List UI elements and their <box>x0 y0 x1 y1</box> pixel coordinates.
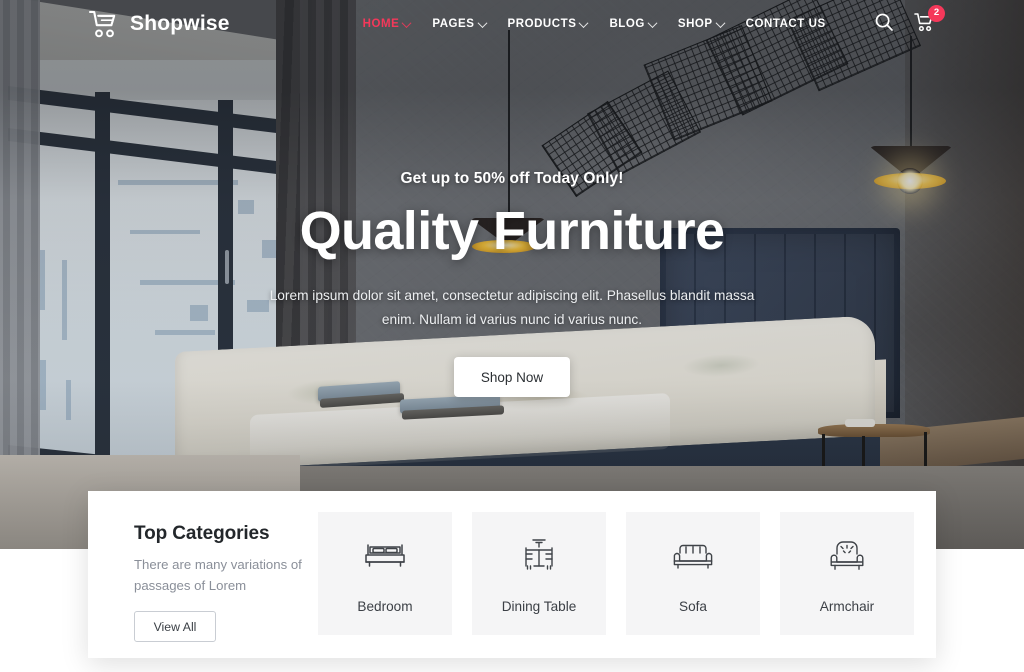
category-tile-dining-table[interactable]: Dining Table <box>472 512 606 635</box>
nav-item-products[interactable]: PRODUCTS <box>507 17 589 30</box>
nav-label: HOME <box>362 18 400 30</box>
cart-button[interactable]: 2 <box>914 4 945 37</box>
category-label: Armchair <box>819 599 875 614</box>
nav-label: PAGES <box>432 18 475 30</box>
brand-name: Shopwise <box>130 12 230 35</box>
chevron-down-icon <box>715 17 726 28</box>
page-root: Shopwise HOME PAGES PRODUCTS BLOG SHOP C… <box>0 0 1024 672</box>
chevron-down-icon <box>578 17 589 28</box>
main-navigation: HOME PAGES PRODUCTS BLOG SHOP CONTACT US <box>362 17 826 30</box>
category-label: Bedroom <box>357 599 413 614</box>
category-tile-armchair[interactable]: Armchair <box>780 512 914 635</box>
bed-icon <box>364 533 406 579</box>
header-actions: 2 <box>874 4 945 37</box>
nav-item-pages[interactable]: PAGES <box>432 17 487 30</box>
top-categories-card: Top Categories There are many variations… <box>88 491 936 658</box>
categories-subtitle: There are many variations of passages of… <box>134 557 302 594</box>
nav-label: SHOP <box>677 18 713 30</box>
dining-table-icon <box>519 533 559 579</box>
category-tile-sofa[interactable]: Sofa <box>626 512 760 635</box>
nav-item-home[interactable]: HOME <box>362 17 412 30</box>
view-all-button[interactable]: View All <box>134 611 216 643</box>
shop-now-button[interactable]: Shop Now <box>454 357 570 398</box>
nav-item-contact-us[interactable]: CONTACT US <box>746 18 826 30</box>
nav-label: BLOG <box>609 18 645 30</box>
chevron-down-icon <box>401 17 412 28</box>
cart-count-badge: 2 <box>928 4 945 22</box>
nav-label: PRODUCTS <box>507 18 577 30</box>
brand-logo[interactable]: Shopwise <box>88 9 230 39</box>
site-header: Shopwise HOME PAGES PRODUCTS BLOG SHOP C… <box>0 0 1024 48</box>
categories-intro: Top Categories There are many variations… <box>112 513 308 643</box>
shopping-cart-icon <box>88 9 122 39</box>
category-label: Dining Table <box>501 599 577 614</box>
hero-banner-image <box>0 0 1024 549</box>
hero-overlay-tint <box>0 0 1024 549</box>
category-label: Sofa <box>679 599 707 614</box>
sofa-icon <box>672 533 714 579</box>
nav-item-blog[interactable]: BLOG <box>609 17 658 30</box>
search-icon[interactable] <box>874 12 894 37</box>
chevron-down-icon <box>647 17 658 28</box>
category-tiles: Bedroom Dining Table Sofa Armchair <box>318 512 914 635</box>
nav-label: CONTACT US <box>745 18 826 30</box>
categories-title: Top Categories <box>134 523 270 544</box>
category-tile-bedroom[interactable]: Bedroom <box>318 512 452 635</box>
chevron-down-icon <box>477 17 487 28</box>
nav-item-shop[interactable]: SHOP <box>677 17 726 30</box>
armchair-icon <box>828 533 866 579</box>
